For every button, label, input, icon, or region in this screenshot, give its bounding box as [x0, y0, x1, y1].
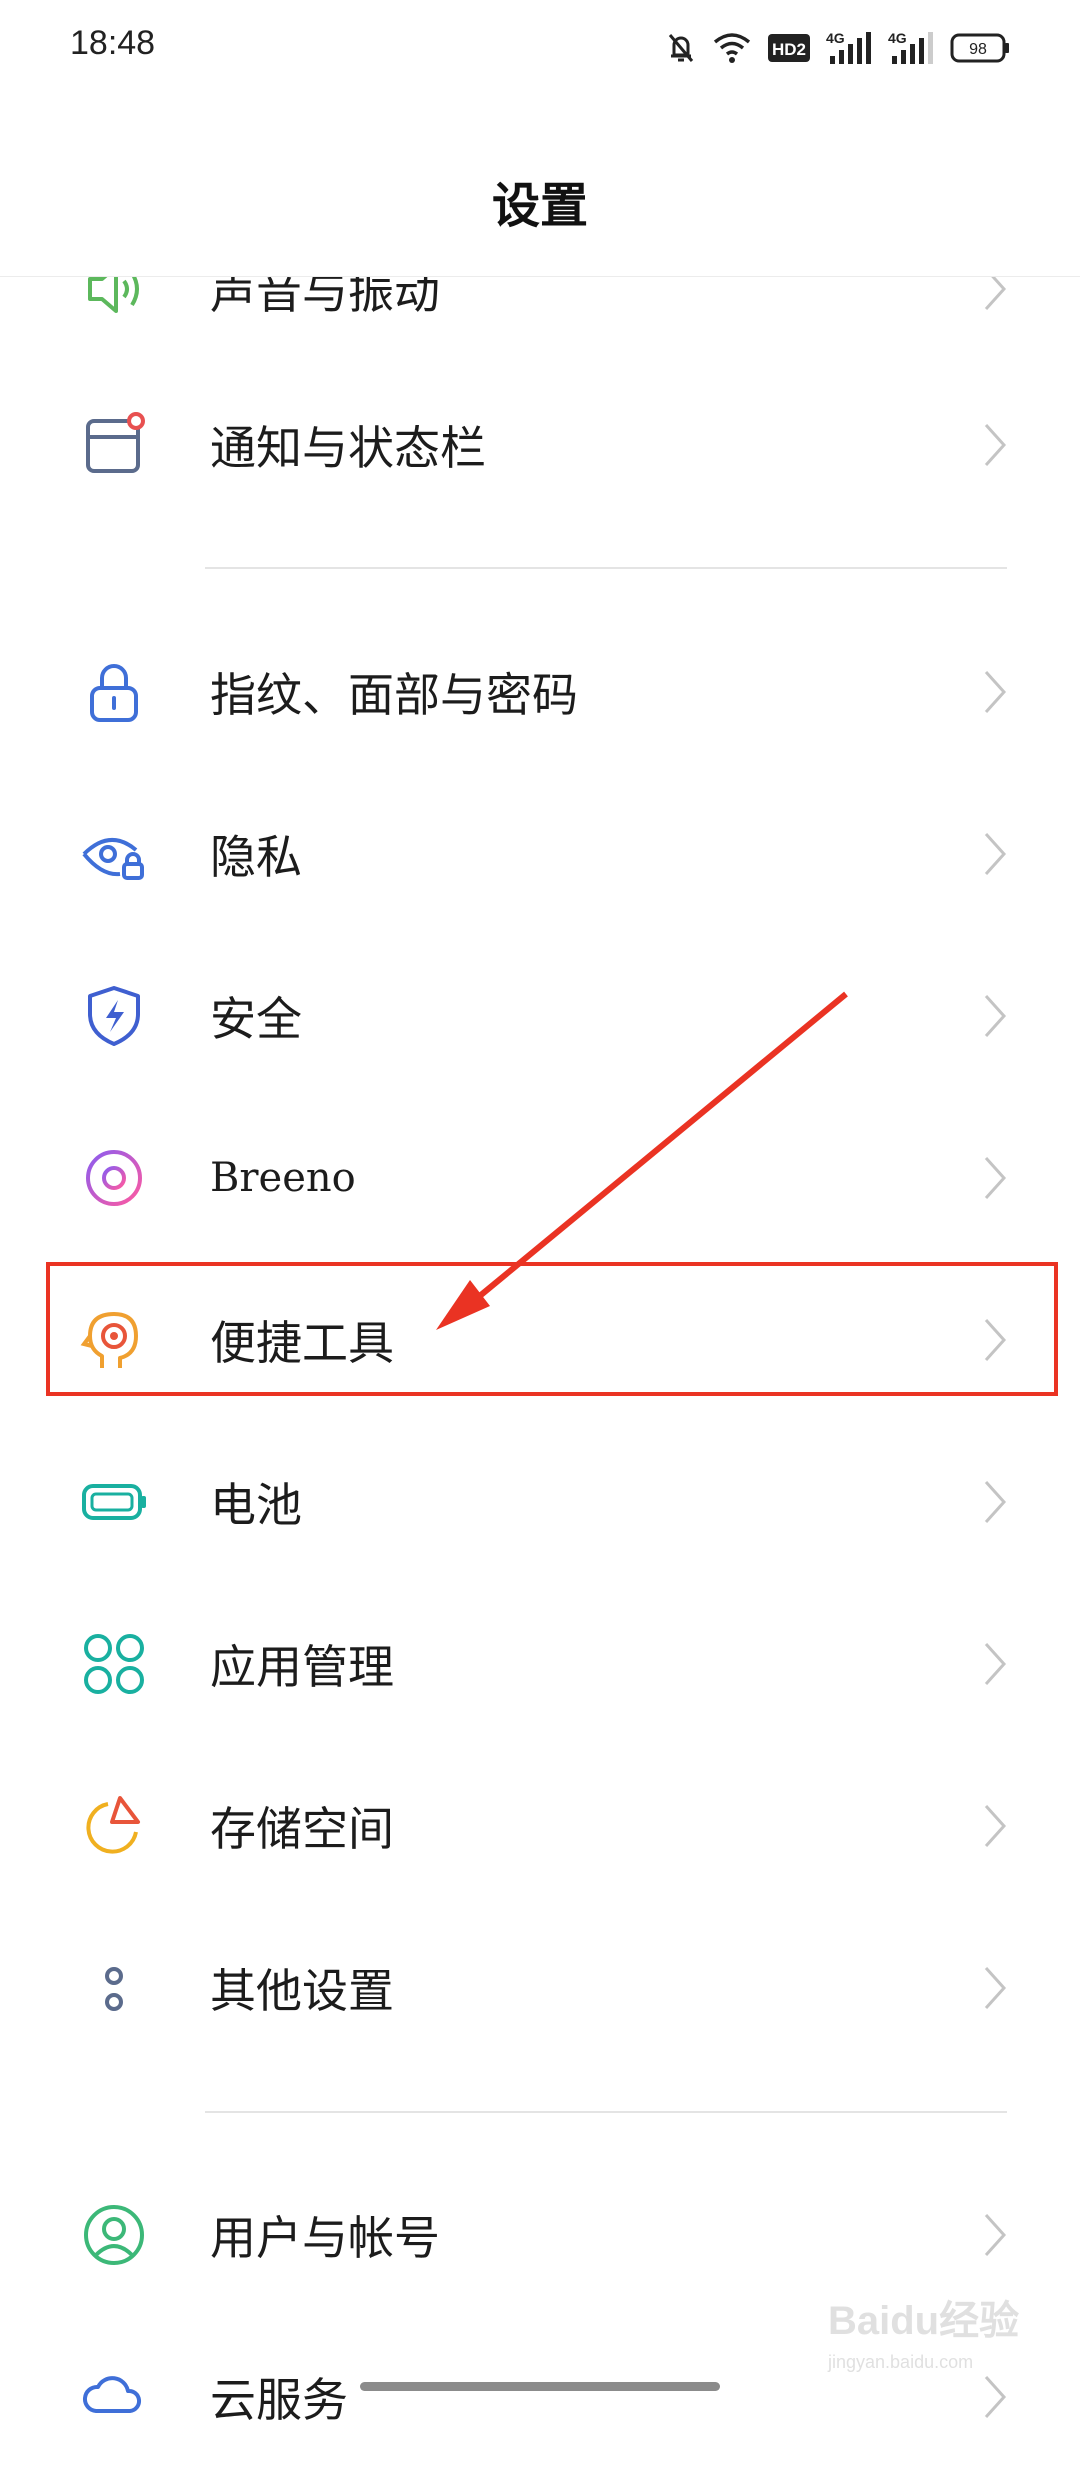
- svg-text:HD2: HD2: [772, 40, 806, 59]
- bell-off-icon: [668, 34, 694, 62]
- settings-item-label: Breeno: [210, 1155, 356, 1201]
- settings-item-other[interactable]: 其他设置: [0, 1907, 1080, 2069]
- notification-icon: [86, 412, 145, 473]
- settings-item-label: 电池: [210, 1478, 302, 1532]
- status-time: 18:48: [70, 24, 156, 62]
- status-bar: 18:48 HD2 4G 4G 98: [0, 0, 1080, 96]
- chevron-right-icon: [984, 1480, 1007, 1524]
- chevron-right-icon: [984, 1642, 1007, 1686]
- breeno-icon: [86, 1150, 142, 1206]
- settings-item-label: 通知与状态栏: [210, 421, 486, 475]
- lock-icon: [90, 664, 138, 722]
- watermark-text: Baidu经验: [828, 2299, 1020, 2343]
- chevron-right-icon: [984, 832, 1007, 876]
- chevron-right-icon: [984, 670, 1007, 714]
- chevron-right-icon: [984, 2213, 1007, 2257]
- svg-text:4G: 4G: [888, 30, 907, 46]
- user-icon: [84, 2205, 144, 2265]
- status-icons: HD2 4G 4G 98: [666, 26, 1010, 70]
- chevron-right-icon: [984, 994, 1007, 1038]
- settings-item-label: 安全: [210, 992, 302, 1046]
- settings-item-label: 隐私: [210, 830, 302, 884]
- settings-item-fingerprint[interactable]: 指纹、面部与密码: [0, 611, 1080, 773]
- section-divider: [205, 567, 1007, 569]
- chevron-right-icon: [984, 1804, 1007, 1848]
- settings-item-notifications[interactable]: 通知与状态栏: [0, 364, 1080, 526]
- settings-item-label: 存储空间: [210, 1802, 394, 1856]
- tools-head-icon: [80, 1312, 138, 1368]
- settings-item-app-management[interactable]: 应用管理: [0, 1583, 1080, 1745]
- settings-item-shortcuts[interactable]: 便捷工具: [0, 1259, 1080, 1421]
- signal-4g-icon: 4G: [826, 30, 871, 64]
- watermark: Baidu经验 jingyan.baidu.com: [828, 2288, 1048, 2388]
- chevron-right-icon: [984, 1966, 1007, 2010]
- settings-item-label: 其他设置: [210, 1964, 394, 2018]
- settings-item-label: 指纹、面部与密码: [210, 668, 578, 722]
- chevron-right-icon: [984, 1156, 1007, 1200]
- svg-text:98: 98: [969, 41, 987, 58]
- battery-status-icon: 98: [950, 33, 1009, 63]
- settings-item-security[interactable]: 安全: [0, 935, 1080, 1097]
- chevron-right-icon: [984, 1318, 1007, 1362]
- shield-icon: [88, 986, 140, 1046]
- signal-4g-icon: 4G: [888, 30, 933, 64]
- settings-item-battery[interactable]: 电池: [0, 1421, 1080, 1583]
- cloud-icon: [83, 2376, 141, 2413]
- privacy-eye-icon: [82, 837, 144, 880]
- section-divider: [205, 2111, 1007, 2113]
- settings-item-breeno[interactable]: Breeno: [0, 1097, 1080, 1259]
- more-dots-icon: [105, 1967, 123, 2011]
- battery-icon: [82, 1484, 146, 1520]
- settings-item-label: 用户与帐号: [210, 2211, 440, 2265]
- home-indicator[interactable]: [360, 2382, 720, 2391]
- wifi-icon: [713, 33, 751, 63]
- settings-item-storage[interactable]: 存储空间: [0, 1745, 1080, 1907]
- settings-item-label: 便捷工具: [210, 1316, 394, 1370]
- settings-item-label: 应用管理: [210, 1640, 394, 1694]
- apps-icon: [84, 1634, 144, 1694]
- chevron-right-icon: [984, 423, 1007, 467]
- watermark-subtext: jingyan.baidu.com: [828, 2352, 974, 2372]
- svg-text:4G: 4G: [826, 30, 845, 46]
- settings-item-label: 云服务: [210, 2373, 348, 2427]
- header-bar: 设置: [0, 96, 1080, 277]
- page-title: 设置: [491, 178, 588, 234]
- settings-item-privacy[interactable]: 隐私: [0, 773, 1080, 935]
- hd-icon: HD2: [768, 34, 810, 62]
- storage-pie-icon: [86, 1796, 140, 1854]
